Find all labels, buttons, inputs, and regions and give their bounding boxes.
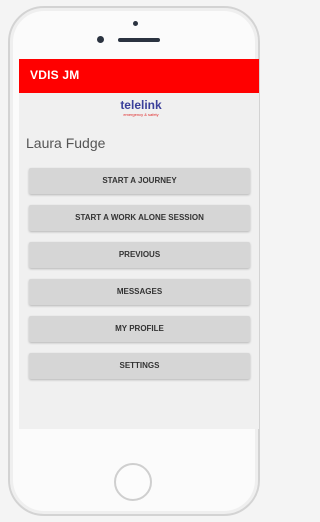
user-name: Laura Fudge	[26, 135, 106, 151]
logo-tagline: emergency & safety	[123, 112, 159, 117]
sensor-dot	[133, 21, 138, 26]
earpiece-speaker	[118, 38, 160, 42]
app-bar: VDIS JM	[19, 59, 259, 93]
app-title: VDIS JM	[30, 68, 80, 82]
main-menu: START A JOURNEY START A WORK ALONE SESSI…	[29, 168, 250, 390]
app-screen: VDIS JM telelink emergency & safety Laur…	[19, 59, 259, 429]
settings-button[interactable]: SETTINGS	[29, 353, 250, 379]
home-button[interactable]	[114, 463, 152, 501]
logo-word: telelink	[120, 98, 162, 112]
my-profile-button[interactable]: MY PROFILE	[29, 316, 250, 342]
start-work-alone-button[interactable]: START A WORK ALONE SESSION	[29, 205, 250, 231]
front-camera	[97, 36, 104, 43]
previous-button[interactable]: PREVIOUS	[29, 242, 250, 268]
start-journey-button[interactable]: START A JOURNEY	[29, 168, 250, 194]
telelink-logo: telelink emergency & safety	[115, 98, 167, 118]
messages-button[interactable]: MESSAGES	[29, 279, 250, 305]
